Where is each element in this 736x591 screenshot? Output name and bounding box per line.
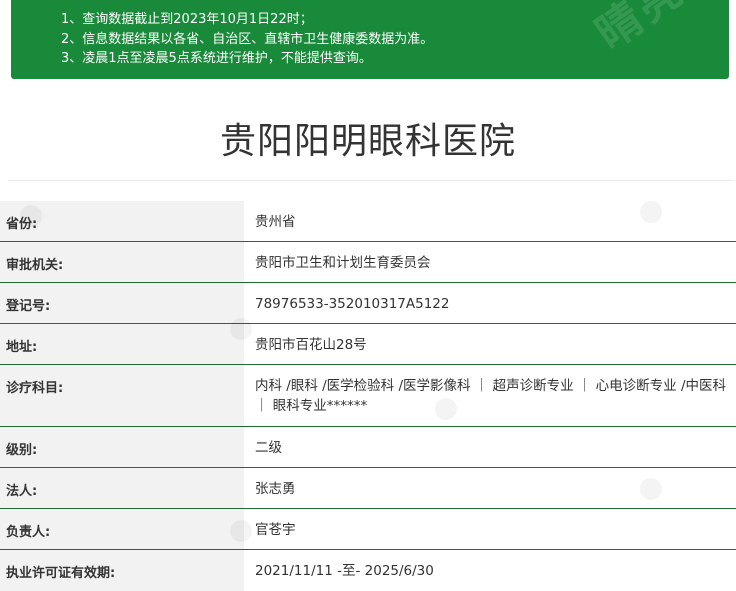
row-province: 省份: 贵州省 [0,201,736,242]
notice-line-1: 1、查询数据截止到2023年10月1日22时； [61,12,313,27]
field-label: 地址: [0,324,244,364]
notice-banner: 1、查询数据截止到2023年10月1日22时； 2、信息数据结果以各省、自治区、… [11,0,729,79]
field-value: 贵阳市百花山28号 [244,324,736,364]
field-value: 贵阳市卫生和计划生育委员会 [244,242,736,282]
field-label: 省份: [0,201,244,241]
field-value: 贵州省 [244,201,736,241]
field-label: 负责人: [0,509,244,549]
title-divider [8,180,734,181]
row-departments: 诊疗科目: 内科 /眼科 /医学检验科 /医学影像科 ｜ 超声诊断专业 ｜ 心电… [0,365,736,427]
field-label: 法人: [0,468,244,508]
field-value: 官苍宇 [244,509,736,549]
row-level: 级别: 二级 [0,427,736,468]
row-license-validity: 执业许可证有效期: 2021/11/11 -至- 2025/6/30 [0,550,736,591]
row-registration-number: 登记号: 78976533-352010317A5122 [0,283,736,324]
row-approval-authority: 审批机关: 贵阳市卫生和计划生育委员会 [0,242,736,283]
field-label: 审批机关: [0,242,244,282]
row-person-in-charge: 负责人: 官苍宇 [0,509,736,550]
field-label: 登记号: [0,283,244,323]
field-label: 级别: [0,427,244,467]
field-value: 78976533-352010317A5122 [244,283,736,323]
row-address: 地址: 贵阳市百花山28号 [0,324,736,365]
field-value: 张志勇 [244,468,736,508]
hospital-name-title: 贵阳阳明眼科医院 [219,121,516,162]
field-label: 执业许可证有效期: [0,550,244,591]
field-value: 二级 [244,427,736,467]
field-value: 2021/11/11 -至- 2025/6/30 [244,550,736,591]
notice-line-3: 3、凌晨1点至凌晨5点系统进行维护，不能提供查询。 [61,51,372,66]
hospital-info-table: 省份: 贵州省 审批机关: 贵阳市卫生和计划生育委员会 登记号: 7897653… [0,201,736,591]
notice-line-2: 2、信息数据结果以各省、自治区、直辖市卫生健康委数据为准。 [61,31,434,47]
field-label: 诊疗科目: [0,365,244,426]
field-value: 内科 /眼科 /医学检验科 /医学影像科 ｜ 超声诊断专业 ｜ 心电诊断专业 /… [244,365,736,426]
row-legal-person: 法人: 张志勇 [0,468,736,509]
